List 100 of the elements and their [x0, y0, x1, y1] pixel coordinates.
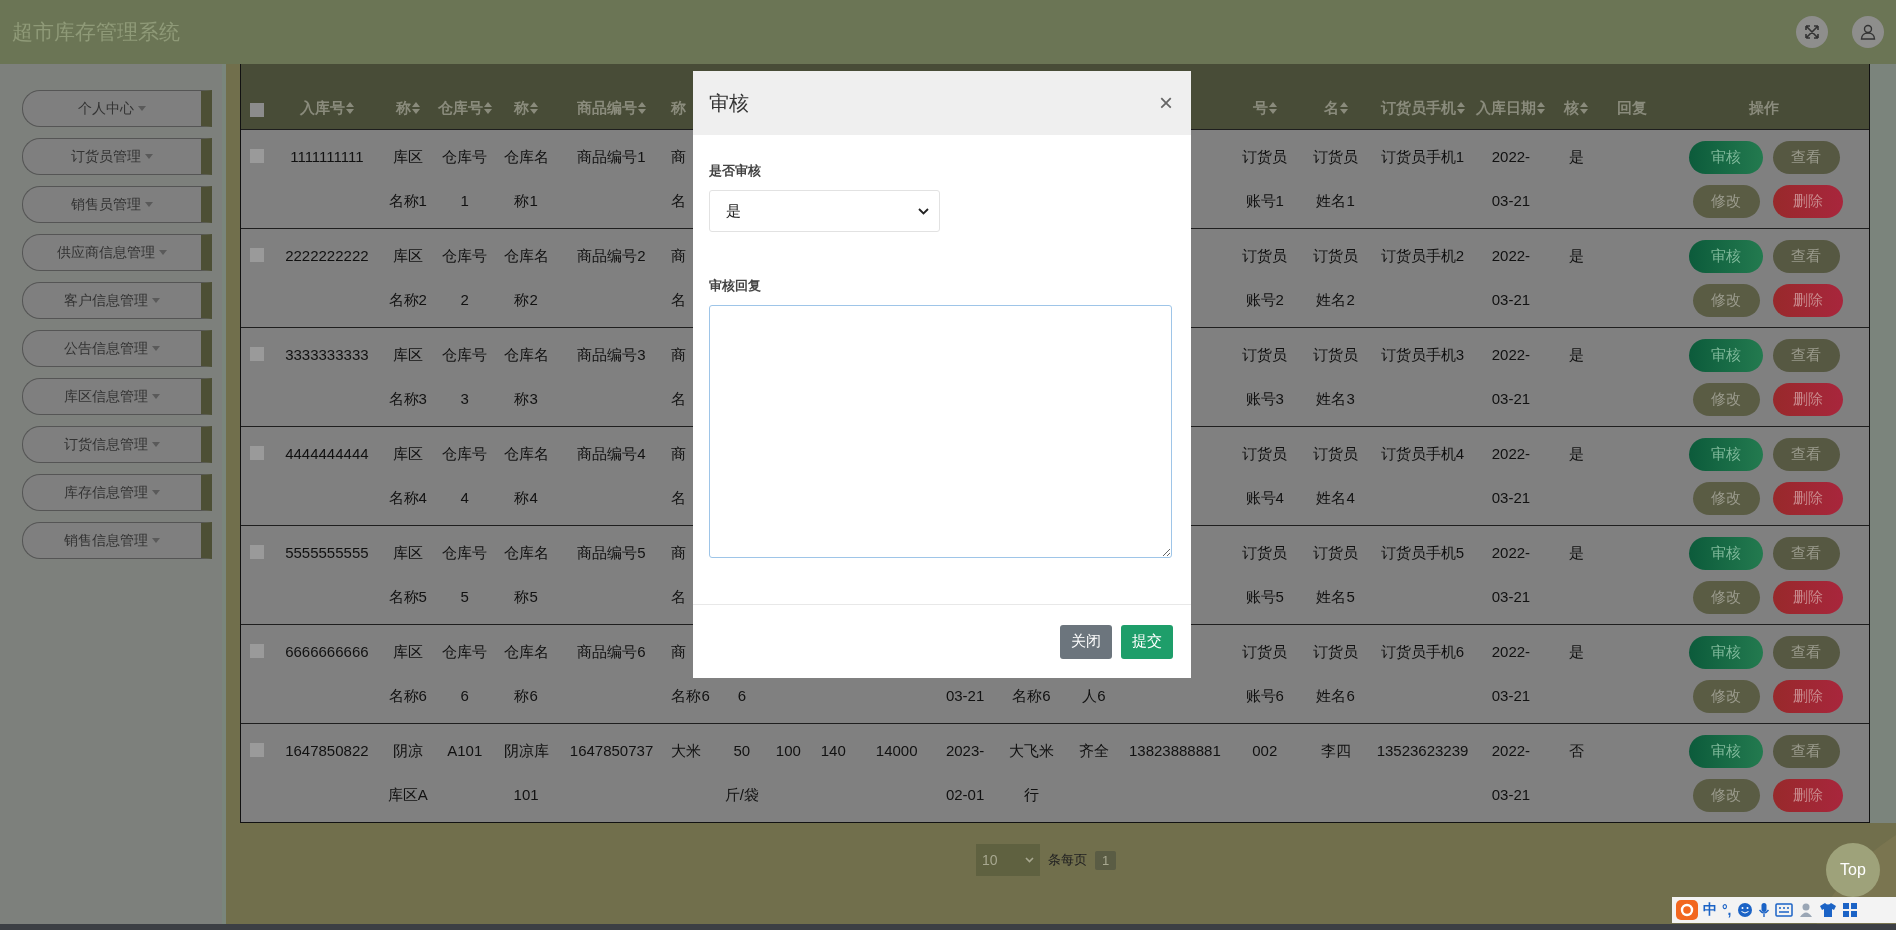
- table-cell-text: 100: [775, 741, 801, 761]
- ime-status[interactable]: 中: [1703, 901, 1717, 919]
- delete-button[interactable]: 删除: [1772, 283, 1843, 317]
- sort-icon[interactable]: [530, 102, 539, 114]
- sort-icon[interactable]: [1456, 102, 1465, 114]
- page-size-label: 条每页: [1047, 851, 1087, 869]
- row-checkbox[interactable]: [249, 248, 264, 262]
- sidebar-item[interactable]: 供应商信息管理: [22, 234, 212, 271]
- table-cell-text: 名称6: [1012, 686, 1051, 706]
- review-select[interactable]: 是: [709, 190, 940, 232]
- edit-button[interactable]: 修改: [1692, 778, 1760, 812]
- view-button[interactable]: 查看: [1772, 338, 1840, 372]
- table-cell-text: 人6: [1082, 686, 1106, 706]
- sort-icon[interactable]: [638, 102, 646, 114]
- edit-button[interactable]: 修改: [1692, 679, 1760, 713]
- view-button[interactable]: 查看: [1772, 140, 1840, 174]
- emoji-icon[interactable]: [1736, 902, 1753, 918]
- sort-icon[interactable]: [345, 102, 354, 114]
- sort-icon[interactable]: [1537, 102, 1546, 114]
- edit-button[interactable]: 修改: [1692, 481, 1760, 515]
- table-cell-text: 库区 名称4: [388, 444, 427, 508]
- table-cell-text: 订货员 姓名2: [1313, 246, 1359, 310]
- table-cell-text: 库区 名称6: [388, 642, 427, 706]
- person-icon[interactable]: [1797, 902, 1814, 918]
- table-cell-text: 2022- 03-21: [1491, 246, 1531, 310]
- fullscreen-button[interactable]: [1796, 16, 1828, 48]
- view-button[interactable]: 查看: [1772, 635, 1840, 669]
- sidebar-item[interactable]: 客户信息管理: [22, 282, 212, 319]
- sort-icon[interactable]: [483, 102, 492, 114]
- view-button[interactable]: 查看: [1772, 536, 1840, 570]
- sort-icon[interactable]: [1580, 102, 1589, 114]
- table-cell-text: 仓库名 称5: [503, 543, 549, 607]
- column-header: 名: [1323, 98, 1339, 118]
- table-cell-text: 大米: [671, 741, 702, 761]
- delete-button[interactable]: 删除: [1772, 580, 1843, 614]
- keyboard-icon[interactable]: [1774, 903, 1793, 917]
- view-button[interactable]: 查看: [1772, 239, 1840, 273]
- sidebar-item[interactable]: 个人中心: [22, 90, 212, 127]
- table-cell-text: 仓库号 2: [442, 246, 488, 310]
- delete-button[interactable]: 删除: [1772, 679, 1843, 713]
- field-label: 审核回复: [709, 277, 761, 295]
- row-checkbox[interactable]: [249, 149, 264, 163]
- page-size-select[interactable]: 10: [975, 844, 1040, 876]
- view-button[interactable]: 查看: [1772, 734, 1840, 768]
- ime-logo-icon[interactable]: [1676, 900, 1698, 920]
- review-button[interactable]: 审核: [1688, 635, 1763, 669]
- row-checkbox[interactable]: [249, 347, 264, 361]
- table-cell-text: 订货员 账号4: [1242, 444, 1288, 508]
- review-button[interactable]: 审核: [1688, 338, 1763, 372]
- table-cell-text: 商 名: [671, 246, 687, 310]
- review-button[interactable]: 审核: [1688, 437, 1763, 471]
- close-button[interactable]: ×: [1157, 91, 1175, 115]
- review-button[interactable]: 审核: [1688, 734, 1763, 768]
- sidebar-item[interactable]: 库区信息管理: [22, 378, 212, 415]
- table-cell-text: 订货员手机6: [1380, 642, 1465, 662]
- caret-icon: [152, 346, 160, 351]
- sidebar-item[interactable]: 订货员管理: [22, 138, 212, 175]
- table-cell-text: 库区 名称3: [388, 345, 427, 409]
- delete-button[interactable]: 删除: [1772, 382, 1843, 416]
- row-checkbox[interactable]: [249, 644, 264, 658]
- sidebar-item[interactable]: 销售信息管理: [22, 522, 212, 559]
- table-cell-text: 是: [1568, 642, 1584, 662]
- sort-icon[interactable]: [1268, 102, 1277, 114]
- edit-button[interactable]: 修改: [1692, 283, 1760, 317]
- delete-button[interactable]: 删除: [1772, 481, 1843, 515]
- column-header: 入库日期: [1476, 98, 1537, 118]
- review-button[interactable]: 审核: [1688, 239, 1763, 273]
- delete-button[interactable]: 删除: [1772, 778, 1843, 812]
- table-cell-text: 商 名: [671, 345, 687, 409]
- delete-button[interactable]: 删除: [1772, 184, 1843, 218]
- close-dialog-button[interactable]: 关闭: [1060, 624, 1112, 659]
- edit-button[interactable]: 修改: [1692, 184, 1760, 218]
- sidebar-item[interactable]: 库存信息管理: [22, 474, 212, 511]
- edit-button[interactable]: 修改: [1692, 580, 1760, 614]
- page-button[interactable]: 1: [1094, 850, 1117, 870]
- edit-button[interactable]: 修改: [1692, 382, 1760, 416]
- row-checkbox[interactable]: [249, 743, 264, 757]
- user-button[interactable]: [1852, 16, 1884, 48]
- sidebar-item[interactable]: 订货信息管理: [22, 426, 212, 463]
- grid-icon[interactable]: [1841, 902, 1858, 918]
- sidebar-item[interactable]: 销售员管理: [22, 186, 212, 223]
- review-button[interactable]: 审核: [1688, 140, 1763, 174]
- row-checkbox[interactable]: [249, 446, 264, 460]
- user-icon: [1860, 24, 1876, 40]
- sidebar-item[interactable]: 公告信息管理: [22, 330, 212, 367]
- select-all-checkbox[interactable]: [249, 103, 264, 117]
- row-checkbox[interactable]: [249, 545, 264, 559]
- view-button[interactable]: 查看: [1772, 437, 1840, 471]
- table-cell-text: 1111111111: [290, 147, 364, 167]
- review-button[interactable]: 审核: [1688, 536, 1763, 570]
- table-cell-text: 是: [1568, 543, 1584, 563]
- caret-icon: [152, 298, 160, 303]
- table-cell-text: 订货员手机5: [1380, 543, 1465, 563]
- microphone-icon[interactable]: [1757, 902, 1770, 918]
- ime-status[interactable]: °,: [1722, 902, 1732, 918]
- submit-button[interactable]: 提交: [1121, 624, 1173, 659]
- table-cell-text: 仓库名 称3: [503, 345, 549, 409]
- sort-icon[interactable]: [411, 102, 420, 114]
- sort-icon[interactable]: [1339, 102, 1348, 114]
- shirt-icon[interactable]: [1818, 902, 1837, 918]
